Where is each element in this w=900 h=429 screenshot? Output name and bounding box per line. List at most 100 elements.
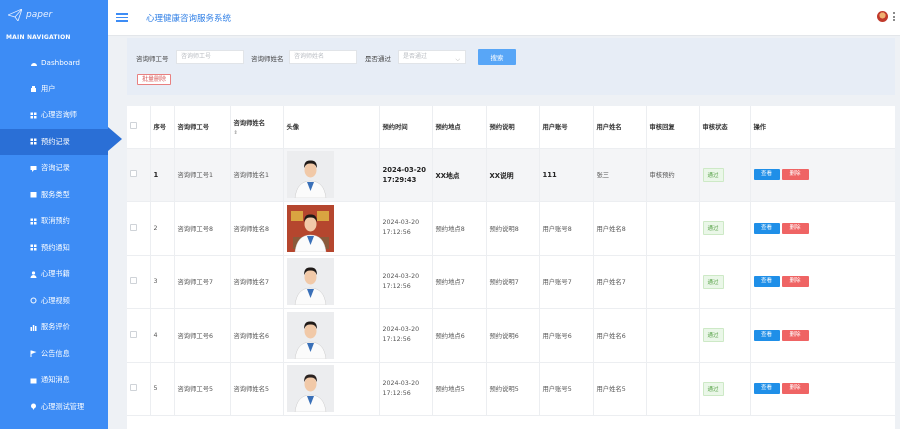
sidebar-item-7[interactable]: 预约通知	[0, 235, 108, 262]
app-logo[interactable]: paper	[0, 0, 108, 30]
cell-user-name: 用户姓名8	[593, 201, 647, 256]
sidebar-item-1[interactable]: 用户	[0, 76, 108, 103]
more-icon[interactable]	[893, 12, 896, 21]
batch-delete-button[interactable]: 批量删除	[137, 74, 172, 85]
select-all-checkbox-cell	[127, 106, 151, 149]
sort-icon[interactable]: ⇕	[234, 130, 283, 136]
col-appt-time[interactable]: 预约时间	[379, 106, 433, 149]
counselor-icon	[30, 112, 37, 119]
dashboard-icon	[30, 59, 37, 66]
delete-button[interactable]: 删除	[781, 329, 809, 341]
sidebar-item-11[interactable]: 公告信息	[0, 341, 108, 368]
col-review-status[interactable]: 审核状态	[699, 106, 751, 149]
sidebar-item-2[interactable]: 心理咨询师	[0, 102, 108, 129]
sidebar-item-label: 心理视频	[41, 295, 70, 305]
row-checkbox[interactable]	[130, 223, 137, 231]
view-button[interactable]: 查看	[753, 169, 780, 181]
col-counselor-name[interactable]: 咨询师姓名 ⇕	[230, 106, 284, 149]
cell-review-status: 通过	[699, 148, 751, 202]
menu-toggle-icon[interactable]	[116, 13, 128, 22]
view-button[interactable]: 查看	[753, 222, 780, 234]
cell-avatar	[283, 362, 380, 416]
cell-avatar	[283, 148, 380, 202]
view-button[interactable]: 查看	[753, 276, 780, 288]
col-review-reply[interactable]: 审核回复	[646, 106, 700, 149]
delete-button[interactable]: 删除	[781, 383, 809, 395]
cell-review-reply	[646, 201, 700, 256]
user-icon	[30, 85, 37, 93]
category-icon	[30, 191, 37, 198]
cell-appt-desc: 预约说明5	[486, 362, 540, 416]
delete-button[interactable]: 删除	[781, 222, 809, 234]
col-user-name[interactable]: 用户姓名	[593, 106, 647, 149]
cell-appt-desc: 预约说明7	[486, 255, 540, 309]
counselor-name-input[interactable]: 咨询师姓名	[289, 50, 357, 64]
col-user-account[interactable]: 用户账号	[539, 106, 594, 149]
nav-header: MAIN NAVIGATION	[6, 34, 71, 41]
sidebar-item-label: 服务评价	[41, 322, 70, 332]
sidebar-item-5[interactable]: 服务类型	[0, 182, 108, 209]
cell-user-account: 用户账号7	[539, 255, 594, 309]
col-counselor-name-label: 咨询师姓名	[233, 119, 265, 127]
view-button[interactable]: 查看	[753, 329, 780, 341]
table-row[interactable]: 5 咨询师工号5 咨询师姓名5 2024-03-20 17:12:56 预约地点5 预约说…	[127, 362, 895, 416]
message-icon	[30, 377, 37, 384]
grid-icon	[30, 244, 37, 251]
cell-index: 1	[150, 148, 175, 202]
sidebar-item-6[interactable]: 取消预约	[0, 208, 108, 235]
cell-user-account: 用户账号8	[539, 201, 594, 256]
row-checkbox-cell	[127, 201, 151, 256]
row-checkbox[interactable]	[130, 330, 137, 338]
approved-select[interactable]: 是否通过 ⌵	[398, 50, 466, 64]
row-checkbox[interactable]	[130, 277, 137, 285]
sidebar-item-0[interactable]: Dashboard	[0, 49, 108, 76]
search-button[interactable]: 搜索	[478, 49, 516, 65]
cell-counselor-name: 咨询师姓名8	[230, 201, 284, 256]
row-checkbox[interactable]	[130, 170, 137, 178]
view-button[interactable]: 查看	[753, 383, 780, 395]
select-all-checkbox[interactable]	[130, 122, 137, 130]
cell-user-name: 用户姓名6	[593, 308, 647, 363]
grid-icon	[30, 138, 37, 145]
sidebar-item-label: 服务类型	[41, 189, 70, 199]
cell-user-name: 张三	[593, 148, 647, 202]
top-bar: 心理健康咨询服务系统	[108, 0, 900, 36]
table-row[interactable]: 2 咨询师工号8 咨询师姓名8 2024-03-20 17:12:56 预约地点8 预约说…	[127, 201, 895, 256]
sidebar-item-4[interactable]: 咨询记录	[0, 155, 108, 182]
cell-user-name: 用户姓名5	[593, 362, 647, 416]
sidebar-item-8[interactable]: 心理书籍	[0, 261, 108, 288]
user-avatar[interactable]	[877, 11, 888, 22]
row-checkbox[interactable]	[130, 384, 137, 392]
sidebar-item-9[interactable]: 心理视频	[0, 288, 108, 315]
col-counselor-no[interactable]: 咨询师工号	[174, 106, 231, 149]
col-appt-desc[interactable]: 预约说明	[486, 106, 540, 149]
cell-user-account: 111	[539, 148, 594, 202]
sidebar-item-12[interactable]: 通知消息	[0, 367, 108, 394]
cell-actions: 查看 删除	[750, 255, 895, 309]
col-appt-place[interactable]: 预约地点	[432, 106, 487, 149]
counselor-photo	[286, 258, 379, 306]
sidebar-item-10[interactable]: 服务评价	[0, 314, 108, 341]
sidebar: paper MAIN NAVIGATION Dashboard 用户 心理咨询师 预约…	[0, 0, 108, 429]
sidebar-item-13[interactable]: 心理测试管理	[0, 394, 108, 421]
delete-button[interactable]: 删除	[781, 276, 809, 288]
counselor-photo	[286, 151, 379, 199]
approved-select-value: 是否通过	[403, 53, 428, 60]
table-row[interactable]: 4 咨询师工号6 咨询师姓名6 2024-03-20 17:12:56 预约地点6 预约说…	[127, 308, 895, 363]
counselor-name-label: 咨询师姓名	[251, 55, 284, 63]
counselor-no-input[interactable]: 咨询师工号	[176, 50, 244, 64]
cell-review-status: 通过	[699, 308, 751, 363]
cell-appt-desc: XX说明	[486, 148, 540, 202]
delete-button[interactable]: 删除	[781, 169, 809, 181]
row-checkbox-cell	[127, 148, 151, 202]
table-row[interactable]: 1 咨询师工号1 咨询师姓名1 2024-03-20 17:29:43 XX地点 XX说明…	[127, 148, 895, 202]
sidebar-item-label: Dashboard	[41, 57, 80, 67]
sidebar-item-label: 通知消息	[41, 375, 70, 385]
cell-appt-time: 2024-03-20 17:12:56	[379, 308, 433, 363]
sidebar-item-3[interactable]: 预约记录	[0, 128, 108, 155]
cell-review-status: 通过	[699, 255, 751, 309]
cell-appt-desc: 预约说明6	[486, 308, 540, 363]
status-badge: 通过	[702, 167, 724, 182]
cell-appt-time: 2024-03-20 17:12:56	[379, 201, 433, 256]
table-row[interactable]: 3 咨询师工号7 咨询师姓名7 2024-03-20 17:12:56 预约地点7 预约说…	[127, 255, 895, 309]
